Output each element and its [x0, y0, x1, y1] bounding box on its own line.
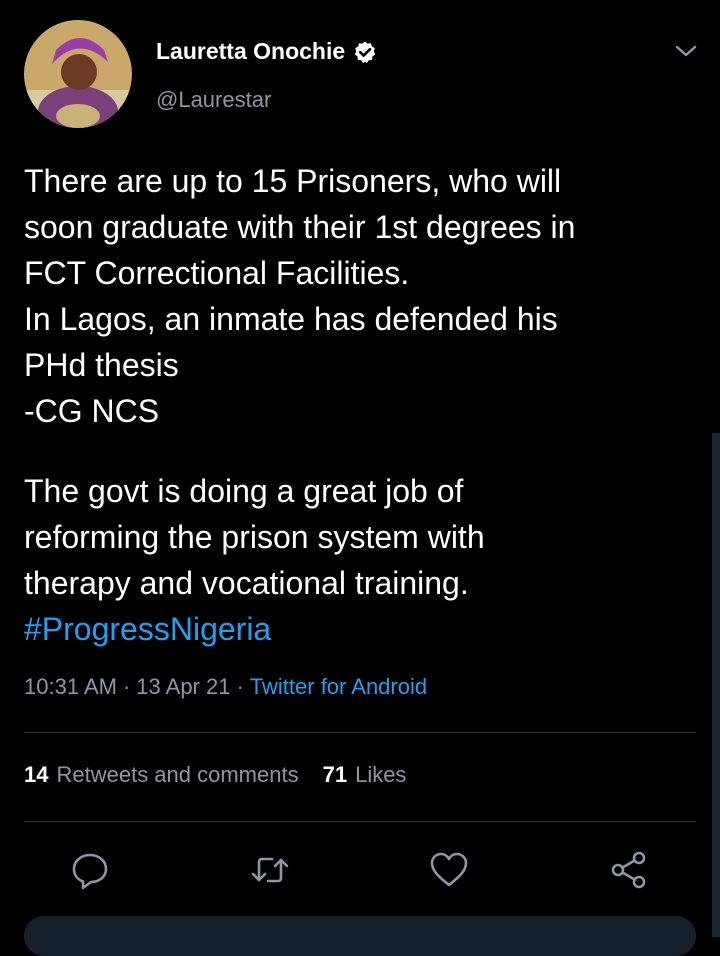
display-name-text[interactable]: Lauretta Onochie	[156, 38, 345, 65]
user-handle[interactable]: @Laurestar	[156, 87, 271, 113]
hashtag-link[interactable]: #ProgressNigeria	[24, 606, 694, 652]
tweet-line: soon graduate with their 1st degrees in	[24, 209, 576, 245]
retweets-count: 14	[24, 762, 49, 787]
heart-icon[interactable]	[429, 850, 469, 890]
avatar[interactable]	[24, 20, 132, 128]
tweet-line: reforming the prison system with	[24, 519, 485, 555]
display-name[interactable]: Lauretta Onochie	[156, 38, 377, 65]
verified-badge-icon	[353, 40, 377, 64]
retweet-icon[interactable]	[250, 850, 290, 890]
reply-composer-bar[interactable]	[24, 916, 696, 956]
likes-stat[interactable]: 71 Likes	[323, 762, 407, 787]
divider	[24, 821, 696, 822]
tweet-line: therapy and vocational training.	[24, 565, 469, 601]
tweet-date: 13 Apr 21	[136, 674, 231, 699]
retweets-stat[interactable]: 14 Retweets and comments	[24, 762, 299, 787]
tweet-stats: 14 Retweets and comments 71 Likes	[24, 762, 406, 788]
tweet-source-link[interactable]: Twitter for Android	[250, 674, 427, 699]
tweet-text: There are up to 15 Prisoners, who will s…	[24, 158, 694, 652]
divider	[24, 732, 696, 733]
tweet-time: 10:31 AM	[24, 674, 117, 699]
likes-count: 71	[322, 762, 348, 787]
tweet-line: In Lagos, an inmate has defended his	[24, 301, 558, 337]
reply-icon[interactable]	[70, 850, 110, 890]
tweet-line: There are up to 15 Prisoners, who will	[24, 163, 562, 199]
chevron-down-icon[interactable]	[673, 38, 699, 64]
scrollbar[interactable]	[712, 433, 720, 937]
tweet-line: The govt is doing a great job of	[24, 473, 464, 509]
tweet-line: FCT Correctional Facilities.	[24, 255, 410, 291]
tweet-meta: 10:31 AM · 13 Apr 21 · Twitter for Android	[24, 674, 427, 700]
retweets-label: Retweets and comments	[56, 762, 299, 787]
meta-separator: ·	[122, 674, 131, 699]
tweet-line: -CG NCS	[24, 393, 160, 429]
likes-label: Likes	[355, 762, 407, 787]
share-icon[interactable]	[609, 850, 649, 890]
tweet-line: PHd thesis	[24, 347, 179, 383]
meta-separator: ·	[236, 674, 244, 699]
